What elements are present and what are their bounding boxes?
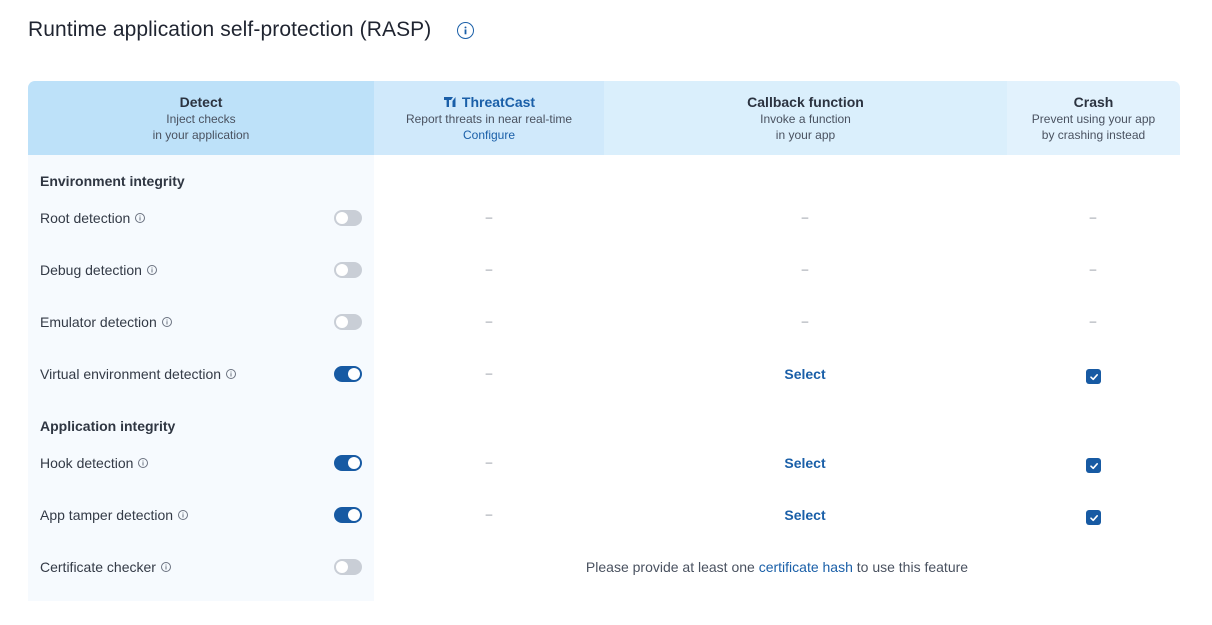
crash-value: –: [1089, 262, 1097, 276]
callback-select-link[interactable]: Select: [765, 507, 845, 523]
callback-value: –: [801, 314, 809, 328]
check-icon: [1089, 514, 1098, 521]
row-label-certificate-checker: Certificate checker: [40, 559, 171, 575]
callback-value: –: [801, 262, 809, 276]
toggle-knob: [336, 561, 348, 573]
threatcast-value: –: [485, 507, 493, 521]
info-icon[interactable]: [146, 265, 157, 275]
row-label-text: Certificate checker: [40, 559, 156, 575]
crash-checkbox[interactable]: [1086, 369, 1101, 384]
row-label-virtual-environment-detection: Virtual environment detection: [40, 366, 237, 382]
toggle-app-tamper-detection[interactable]: [334, 507, 362, 523]
crash-checkbox[interactable]: [1086, 510, 1101, 525]
rasp-table: Detect Inject checks in your application…: [28, 81, 1180, 601]
section-application-integrity: Application integrity: [40, 418, 176, 434]
row-label-hook-detection: Hook detection: [40, 455, 149, 471]
certificate-message-before: Please provide at least one: [585, 559, 759, 575]
threatcast-value: –: [485, 314, 493, 328]
info-icon[interactable]: [161, 317, 172, 327]
info-icon[interactable]: [457, 22, 474, 39]
crash-checkbox[interactable]: [1086, 458, 1101, 473]
callback-select-link[interactable]: Select: [765, 455, 845, 471]
crash-value: –: [1089, 210, 1097, 224]
toggle-virtual-environment-detection[interactable]: [334, 366, 362, 382]
row-label-debug-detection: Debug detection: [40, 262, 157, 278]
threatcast-value: –: [485, 455, 493, 469]
header-detect-subtitle: Inject checks in your application: [152, 112, 250, 142]
header-callback-title: Callback function: [747, 94, 864, 110]
row-label-emulator-detection: Emulator detection: [40, 314, 172, 330]
toggle-emulator-detection[interactable]: [334, 314, 362, 330]
certificate-message: Please provide at least one certificate …: [374, 559, 1180, 575]
row-label-text: App tamper detection: [40, 507, 174, 523]
check-icon: [1089, 462, 1098, 469]
info-icon[interactable]: [138, 458, 149, 468]
toggle-knob: [348, 368, 360, 380]
header-callback-subtitle: Invoke a function in your app: [760, 112, 851, 142]
threatcast-label: ThreatCast: [461, 94, 536, 110]
header-crash-subtitle: Prevent using your app by crashing inste…: [1031, 112, 1156, 142]
info-icon[interactable]: [178, 510, 189, 520]
toggle-certificate-checker[interactable]: [334, 559, 362, 575]
header-threatcast-subtitle: Report threats in near real-time: [405, 112, 573, 126]
page-title: Runtime application self-protection (RAS…: [28, 18, 432, 41]
header-threatcast-title: ThreatCast: [443, 93, 535, 111]
toggle-knob: [336, 264, 348, 276]
check-icon: [1089, 373, 1098, 380]
header-callback: Callback function Invoke a function in y…: [604, 81, 1007, 155]
row-label-app-tamper-detection: App tamper detection: [40, 507, 189, 523]
detect-column-background: [28, 81, 374, 601]
callback-value: –: [801, 210, 809, 224]
crash-value: –: [1089, 314, 1097, 328]
configure-link[interactable]: Configure: [463, 127, 515, 143]
certificate-hash-link[interactable]: certificate hash: [759, 559, 853, 575]
header-crash-title: Crash: [1073, 94, 1114, 110]
toggle-knob: [348, 457, 360, 469]
threatcast-value: –: [485, 210, 493, 224]
header-detect: Detect Inject checks in your application: [28, 81, 374, 155]
info-icon[interactable]: [135, 213, 146, 223]
certificate-message-after: to use this feature: [852, 559, 969, 575]
toggle-knob: [348, 509, 360, 521]
toggle-hook-detection[interactable]: [334, 455, 362, 471]
header-crash: Crash Prevent using your app by crashing…: [1007, 81, 1180, 155]
toggle-debug-detection[interactable]: [334, 262, 362, 278]
toggle-knob: [336, 212, 348, 224]
row-label-text: Root detection: [40, 210, 131, 226]
toggle-root-detection[interactable]: [334, 210, 362, 226]
info-icon[interactable]: [226, 369, 237, 379]
threatcast-value: –: [485, 366, 493, 380]
section-environment-integrity: Environment integrity: [40, 173, 185, 189]
row-label-text: Hook detection: [40, 455, 134, 471]
row-label-root-detection: Root detection: [40, 210, 146, 226]
row-label-text: Debug detection: [40, 262, 142, 278]
header-detect-title: Detect: [179, 94, 223, 110]
callback-select-link[interactable]: Select: [765, 366, 845, 382]
info-icon[interactable]: [160, 562, 171, 572]
header-threatcast: ThreatCast Report threats in near real-t…: [374, 81, 604, 155]
toggle-knob: [336, 316, 348, 328]
row-label-text: Virtual environment detection: [40, 366, 222, 382]
threatcast-logo-icon: [443, 97, 456, 107]
row-label-text: Emulator detection: [40, 314, 157, 330]
threatcast-value: –: [485, 262, 493, 276]
